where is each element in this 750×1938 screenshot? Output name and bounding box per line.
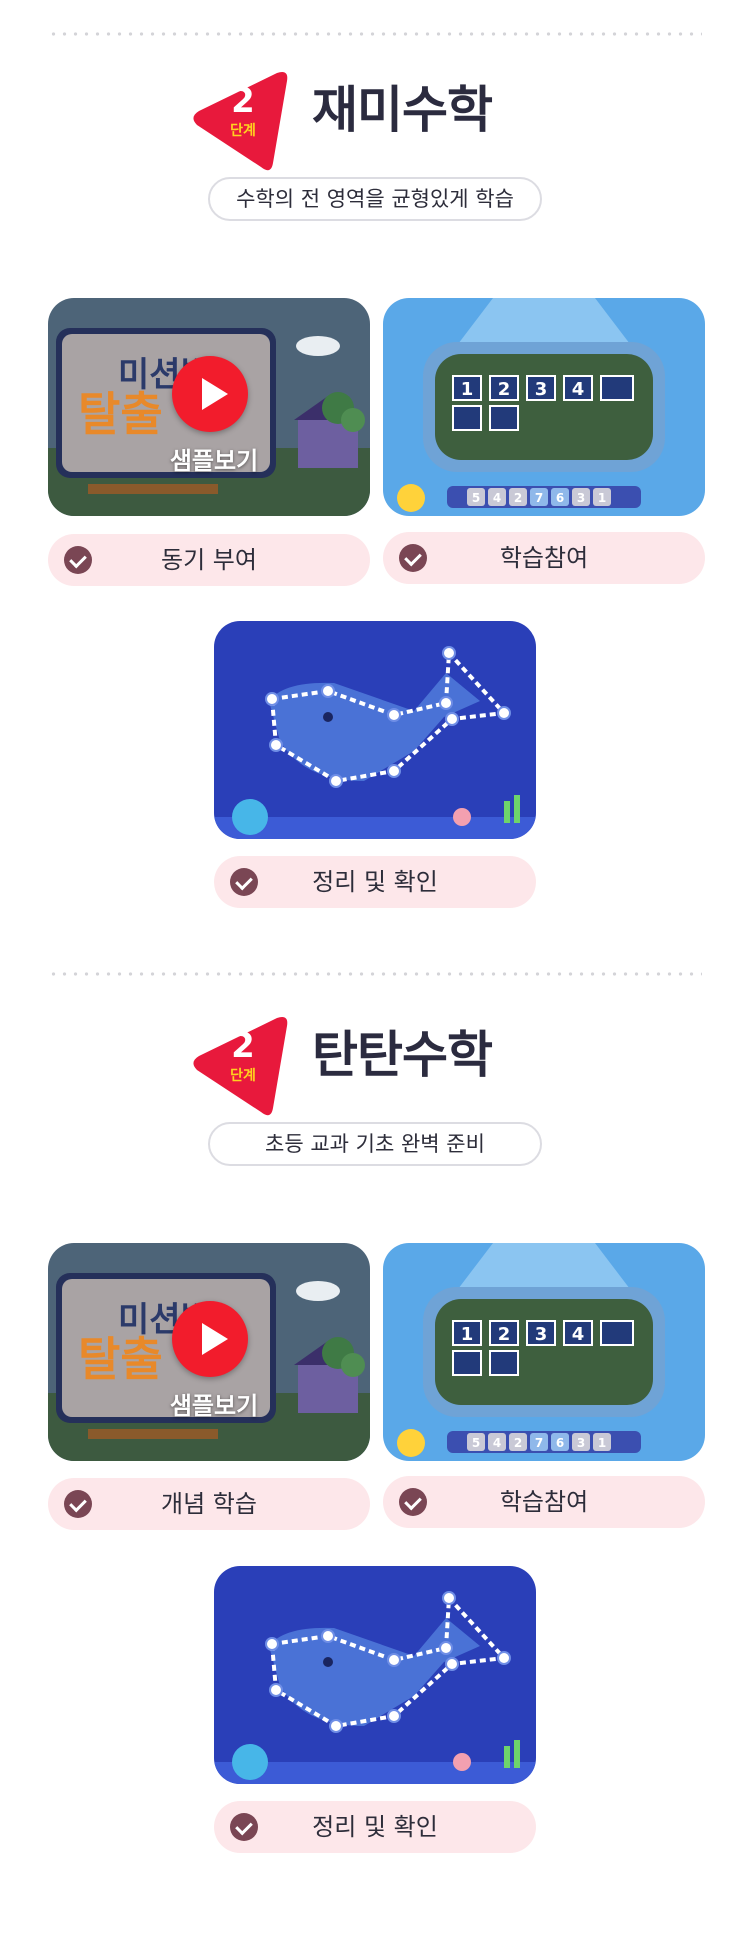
review-thumbnail xyxy=(214,1566,536,1784)
tile-number: 1 xyxy=(598,1436,606,1450)
sample-label[interactable]: 샘플보기 xyxy=(144,441,284,476)
learning-participation-thumbnail: 1 2 3 4 5 4 2 7 6 3 1 xyxy=(383,1243,705,1461)
step-pill: 동기 부여 xyxy=(48,534,370,586)
tile-number: 4 xyxy=(493,491,501,505)
tile-number: 5 xyxy=(472,491,480,505)
number-board-scene-image: 1 2 3 4 5 4 2 7 6 3 1 xyxy=(383,1243,705,1461)
sample-video-thumbnail[interactable]: 미션빌 탈출 샘플보기 xyxy=(48,298,370,516)
step-label: 학습참여 xyxy=(499,1488,589,1516)
tile-number: 5 xyxy=(472,1436,480,1450)
badge-step-label: 단계 xyxy=(230,123,256,139)
tile-number: 1 xyxy=(598,491,606,505)
step-pill: 학습참여 xyxy=(383,532,705,584)
step-badge: 2 단계 xyxy=(185,1012,291,1122)
step-pill: 정리 및 확인 xyxy=(214,1801,536,1853)
badge-number: 2 xyxy=(231,1026,255,1066)
step-label: 동기 부여 xyxy=(161,546,257,574)
tile-number: 4 xyxy=(493,1436,501,1450)
sample-label[interactable]: 샘플보기 xyxy=(144,1386,284,1421)
tile-number: 6 xyxy=(556,1436,564,1450)
tile-number: 6 xyxy=(556,491,564,505)
course-subtitle: 초등 교과 기초 완벽 준비 xyxy=(208,1122,542,1166)
tile-number: 7 xyxy=(535,1436,543,1450)
step-label: 정리 및 확인 xyxy=(312,868,438,896)
board-number: 3 xyxy=(535,379,548,400)
tile-number: 3 xyxy=(577,1436,585,1450)
step-badge: 2 단계 xyxy=(185,67,291,177)
course-section-solid-math: 2 단계 탄탄수학 초등 교과 기초 완벽 준비 미션빌 탈출 샘플보기 1 2… xyxy=(0,945,750,1870)
step-pill: 개념 학습 xyxy=(48,1478,370,1530)
sample-video-thumbnail[interactable]: 미션빌 탈출 샘플보기 xyxy=(48,1243,370,1461)
badge-step-label: 단계 xyxy=(230,1068,256,1084)
whale-scene-image xyxy=(214,621,536,839)
tile-number: 2 xyxy=(514,1436,522,1450)
number-board-scene-image: 1 2 3 4 5 4 2 7 6 3 1 xyxy=(383,298,705,516)
mission-title-line2: 탈출 xyxy=(78,387,163,441)
badge-number: 2 xyxy=(231,81,255,121)
step-label: 학습참여 xyxy=(499,544,589,572)
course-title: 탄탄수학 xyxy=(312,1026,493,1084)
play-icon[interactable] xyxy=(172,1301,248,1377)
tile-number: 7 xyxy=(535,491,543,505)
play-icon[interactable] xyxy=(172,356,248,432)
tile-number: 2 xyxy=(514,491,522,505)
board-number: 1 xyxy=(461,1324,474,1345)
learning-participation-thumbnail: 1 2 3 4 5 4 2 7 6 3 1 xyxy=(383,298,705,516)
course-section-fun-math: 2 단계 재미수학 수학의 전 영역을 균형있게 학습 미션빌 탈출 샘플보기 xyxy=(0,0,750,925)
board-number: 1 xyxy=(461,379,474,400)
board-number: 2 xyxy=(498,379,511,400)
board-number: 4 xyxy=(572,379,585,400)
step-pill: 정리 및 확인 xyxy=(214,856,536,908)
board-number: 2 xyxy=(498,1324,511,1345)
mission-title-line2: 탈출 xyxy=(78,1332,163,1386)
whale-scene-image xyxy=(214,1566,536,1784)
course-subtitle: 수학의 전 영역을 균형있게 학습 xyxy=(208,177,542,221)
tile-number: 3 xyxy=(577,491,585,505)
step-pill: 학습참여 xyxy=(383,1476,705,1528)
step-label: 정리 및 확인 xyxy=(312,1813,438,1841)
board-number: 4 xyxy=(572,1324,585,1345)
step-label: 개념 학습 xyxy=(161,1490,257,1518)
course-title: 재미수학 xyxy=(312,81,493,139)
review-thumbnail xyxy=(214,621,536,839)
board-number: 3 xyxy=(535,1324,548,1345)
